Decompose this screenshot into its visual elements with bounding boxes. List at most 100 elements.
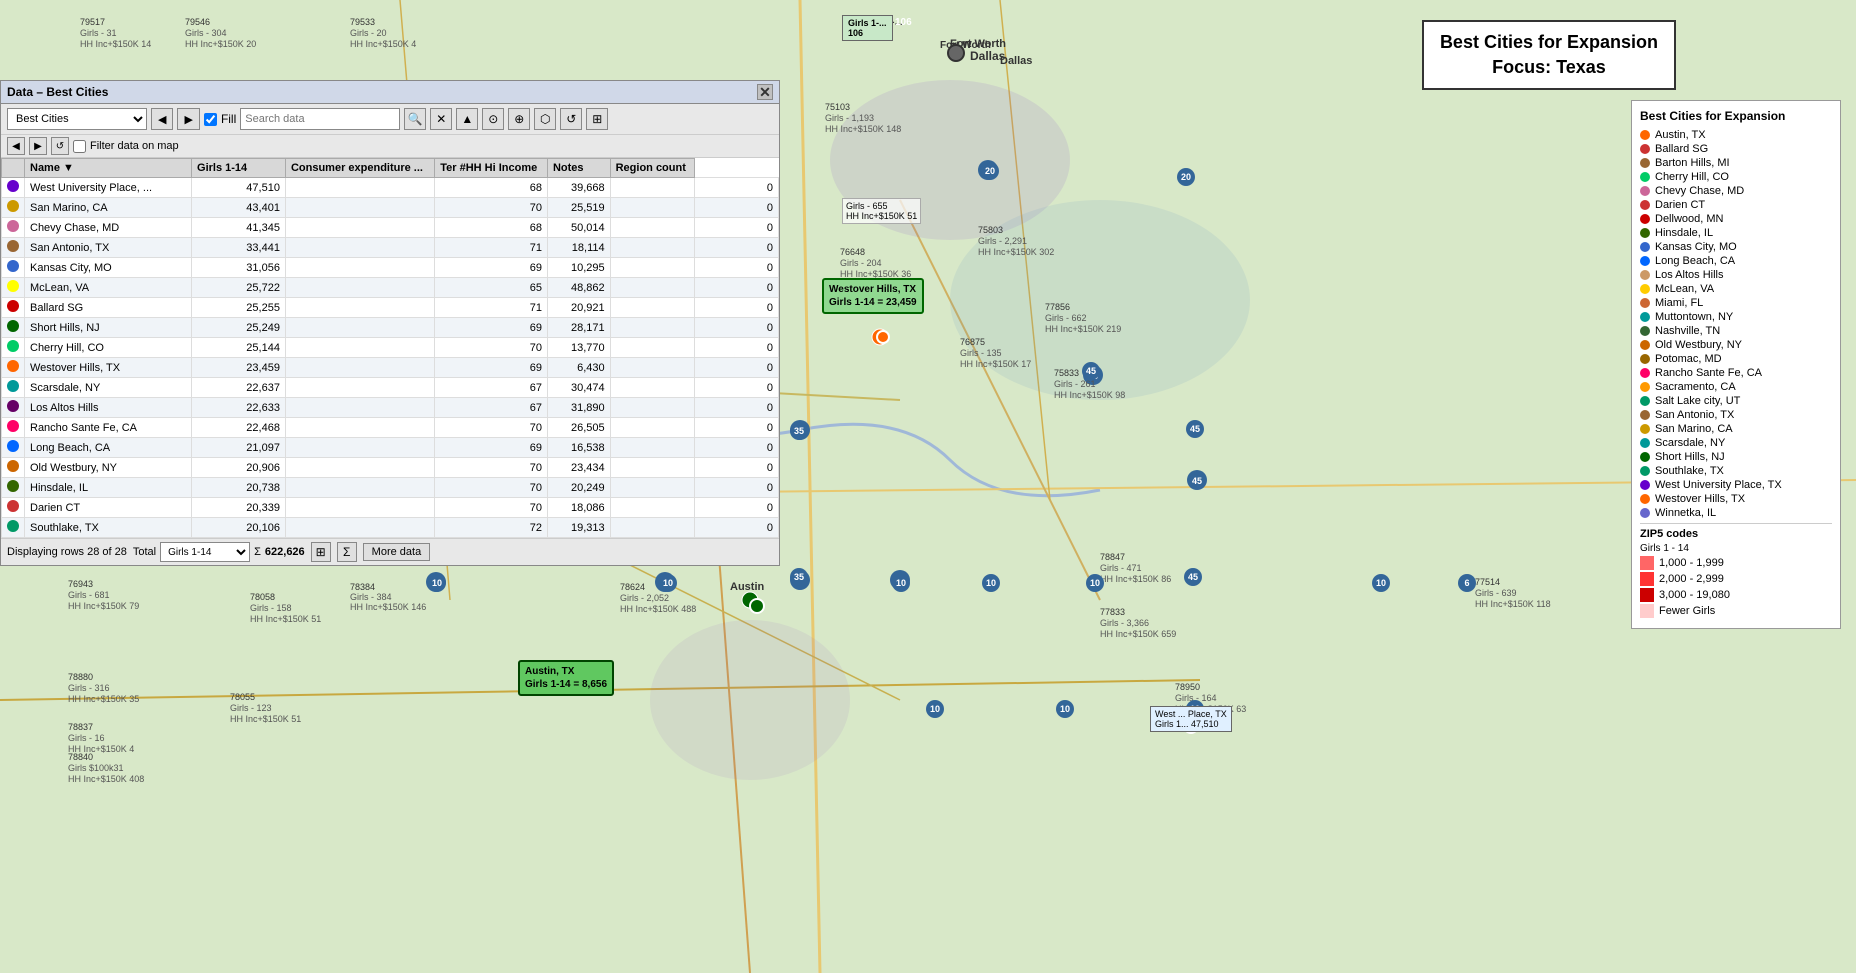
panel-close-button[interactable]: ✕ (757, 84, 773, 100)
col-name-header[interactable]: Name ▼ (25, 159, 192, 178)
dataset-dropdown[interactable]: Best Cities (7, 108, 147, 130)
table-row[interactable]: Los Altos Hills 22,633 67 31,890 0 (2, 398, 779, 418)
legend-item: Cherry Hill, CO (1640, 171, 1832, 183)
row-region: 0 (695, 278, 779, 298)
legend-item-label: Austin, TX (1655, 129, 1706, 141)
more-data-button[interactable]: More data (363, 543, 431, 561)
legend-item-label: West University Place, TX (1655, 479, 1782, 491)
table-row[interactable]: Rancho Sante Fe, CA 22,468 70 26,505 0 (2, 418, 779, 438)
arrow-tool[interactable]: ▲ (456, 108, 478, 130)
legend-item: McLean, VA (1640, 283, 1832, 295)
table-row[interactable]: Chevy Chase, MD 41,345 68 50,014 0 (2, 218, 779, 238)
legend-item: Ballard SG (1640, 143, 1832, 155)
table-row[interactable]: McLean, VA 25,722 65 48,862 0 (2, 278, 779, 298)
legend-item-label: Potomac, MD (1655, 353, 1722, 365)
col-notes-header[interactable]: Notes (547, 159, 610, 178)
row-color-dot (7, 260, 19, 272)
filter-refresh-btn[interactable]: ↺ (51, 137, 69, 155)
esri-logo: ©2019-SpatialTEQ | esri (1745, 954, 1851, 968)
svg-text:78840: 78840 (68, 752, 93, 762)
row-ter: 70 (435, 338, 548, 358)
legend-color-dot (1640, 410, 1650, 420)
row-ter: 70 (435, 498, 548, 518)
westuniv-bubble: West ... Place, TXGirls 1... 47,510 (1150, 706, 1232, 732)
filter-right-btn[interactable]: ▶ (29, 137, 47, 155)
table-row[interactable]: Long Beach, CA 21,097 69 16,538 0 (2, 438, 779, 458)
table-row[interactable]: Southlake, TX 20,106 72 19,313 0 (2, 518, 779, 538)
table-row[interactable]: Old Westbury, NY 20,906 70 23,434 0 (2, 458, 779, 478)
legend-item-label: Muttontown, NY (1655, 311, 1733, 323)
table-row[interactable]: Hinsdale, IL 20,738 70 20,249 0 (2, 478, 779, 498)
row-notes (610, 298, 695, 318)
refresh-tool[interactable]: ↺ (560, 108, 582, 130)
row-region: 0 (695, 238, 779, 258)
legend-zip-subtitle: Girls 1 - 14 (1640, 543, 1832, 554)
table-row[interactable]: Short Hills, NJ 25,249 69 28,171 0 (2, 318, 779, 338)
legend-color-dot (1640, 396, 1650, 406)
highway-35: 35 (790, 422, 808, 440)
col-ter-header[interactable]: Ter #HH Hi Income (435, 159, 548, 178)
table-row[interactable]: Westover Hills, TX 23,459 69 6,430 0 (2, 358, 779, 378)
row-ter: 65 (435, 278, 548, 298)
export-tool[interactable]: ⊞ (586, 108, 608, 130)
nav-left-button[interactable]: ◀ (151, 108, 173, 130)
table-row[interactable]: Kansas City, MO 31,056 69 10,295 0 (2, 258, 779, 278)
svg-text:79533: 79533 (350, 17, 375, 27)
legend-color-dot (1640, 424, 1650, 434)
table-row[interactable]: San Antonio, TX 33,441 71 18,114 0 (2, 238, 779, 258)
table-row[interactable]: Darien CT 20,339 70 18,086 0 (2, 498, 779, 518)
row-region: 0 (695, 218, 779, 238)
table-row[interactable]: Scarsdale, NY 22,637 67 30,474 0 (2, 378, 779, 398)
legend-item: Nashville, TN (1640, 325, 1832, 337)
total-label: Total (133, 546, 156, 558)
polygon-tool[interactable]: ⬡ (534, 108, 556, 130)
legend-item-label: Long Beach, CA (1655, 255, 1735, 267)
col-girls-header[interactable]: Girls 1-14 (192, 159, 286, 178)
svg-text:HH Inc+$150K 51: HH Inc+$150K 51 (250, 614, 321, 624)
row-girls: 31,056 (192, 258, 286, 278)
svg-text:Girls - 316: Girls - 316 (68, 683, 110, 693)
filter-map-checkbox[interactable] (73, 140, 86, 153)
col-consumer-header[interactable]: Consumer expenditure ... (285, 159, 434, 178)
row-ter: 67 (435, 378, 548, 398)
row-notes (610, 198, 695, 218)
table-row[interactable]: San Marino, CA 43,401 70 25,519 0 (2, 198, 779, 218)
table-row[interactable]: Ballard SG 25,255 71 20,921 0 (2, 298, 779, 318)
westover-bubble: Westover Hills, TX Girls 1-14 = 23,459 (822, 278, 924, 314)
row-girls: 20,106 (192, 518, 286, 538)
svg-text:HH Inc+$150K 35: HH Inc+$150K 35 (68, 694, 139, 704)
legend-zip-color (1640, 556, 1654, 570)
row-hhi: 10,295 (547, 258, 610, 278)
svg-text:HH Inc+$150K 4: HH Inc+$150K 4 (68, 744, 134, 754)
col-region-header[interactable]: Region count (610, 159, 695, 178)
svg-text:Girls $100k31: Girls $100k31 (68, 763, 124, 773)
row-hhi: 48,862 (547, 278, 610, 298)
copy-icon[interactable]: ⊞ (311, 542, 331, 562)
data-table-wrapper[interactable]: Name ▼ Girls 1-14 Consumer expenditure .… (1, 158, 779, 538)
fill-checkbox[interactable] (204, 113, 217, 126)
total-field-select[interactable]: Girls 1-14 (160, 542, 250, 562)
panel-title: Data – Best Cities (7, 85, 108, 99)
row-hhi: 39,668 (547, 178, 610, 198)
row-color-cell (2, 198, 25, 218)
nav-right-button[interactable]: ▶ (177, 108, 199, 130)
filter-left-btn[interactable]: ◀ (7, 137, 25, 155)
row-hhi: 25,519 (547, 198, 610, 218)
svg-text:Girls - 662: Girls - 662 (1045, 313, 1087, 323)
legend-item: Los Altos Hills (1640, 269, 1832, 281)
row-region: 0 (695, 338, 779, 358)
clear-icon[interactable]: ✕ (430, 108, 452, 130)
table-row[interactable]: Cherry Hill, CO 25,144 70 13,770 0 (2, 338, 779, 358)
select-tool[interactable]: ⊕ (508, 108, 530, 130)
legend-zip-range-item: Fewer Girls (1640, 604, 1832, 618)
sigma-btn[interactable]: Σ (337, 542, 357, 562)
row-color-cell (2, 458, 25, 478)
circle-tool[interactable]: ⊙ (482, 108, 504, 130)
legend-color-dot (1640, 382, 1650, 392)
search-input[interactable] (240, 108, 400, 130)
row-color-cell (2, 278, 25, 298)
table-row[interactable]: West University Place, ... 47,510 68 39,… (2, 178, 779, 198)
row-ter: 69 (435, 438, 548, 458)
row-name: Cherry Hill, CO (25, 338, 192, 358)
search-icon[interactable]: 🔍 (404, 108, 426, 130)
